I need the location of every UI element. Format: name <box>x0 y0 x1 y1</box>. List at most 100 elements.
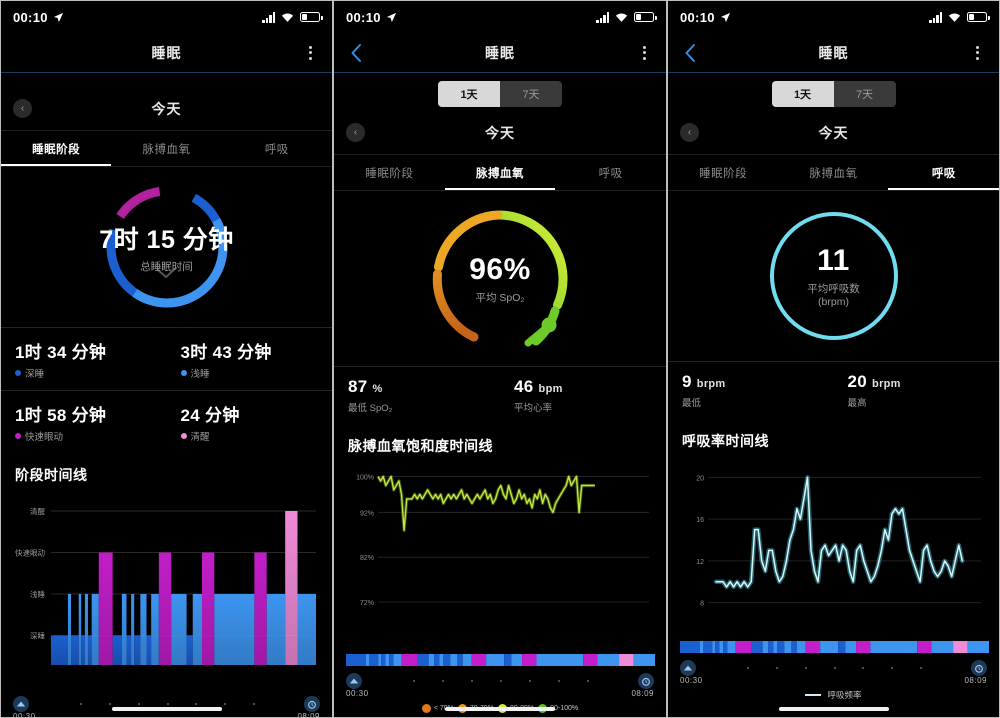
tab-sleep-stages[interactable]: 睡眠阶段 <box>334 155 445 190</box>
spo2-line-svg: 100% 92% 82% 72% <box>356 474 649 607</box>
hypnogram-svg: 清醒快速眼动浅睡深睡 <box>15 506 316 665</box>
status-time: 00:10 <box>680 9 715 25</box>
location-arrow-icon <box>386 12 396 22</box>
stat-light-sleep: 3时 43 分钟 浅睡 <box>166 328 332 391</box>
alarm-icon <box>971 660 987 676</box>
stat-value: 87 % <box>348 377 500 397</box>
stat-label: 快速眼动 <box>25 432 64 443</box>
svg-text:72%: 72% <box>360 600 374 607</box>
stat-value: 24 分钟 <box>180 406 240 425</box>
tab-spo2[interactable]: 脉搏血氧 <box>111 131 221 166</box>
stat-unit: bpm <box>538 383 563 395</box>
app-bar: chevron-left-icon 睡眠 <box>1 33 332 73</box>
hypnogram-time-labels: 00:30 08:09 <box>1 712 332 718</box>
hypnogram-title: 阶段时间线 <box>15 467 88 483</box>
legend-line-swatch <box>805 694 822 696</box>
legend-dot-awake <box>180 433 187 439</box>
stat-value: 46 bpm <box>514 377 666 397</box>
home-indicator[interactable] <box>445 707 555 711</box>
phone-panel-spo2: 00:10 睡眠 1天 7天 ‹ 今天 睡眠阶段 脉搏血氧 呼吸 96% 平均 … <box>333 0 667 718</box>
back-button[interactable] <box>334 43 378 63</box>
segment-1-day[interactable]: 1天 <box>438 81 500 107</box>
home-indicator[interactable] <box>778 707 889 711</box>
tab-bar: 睡眠阶段 脉搏血氧 呼吸 <box>334 155 666 191</box>
stat-value: 1时 58 分钟 <box>15 406 107 425</box>
spo2-time-labels: 00:30 08:09 <box>334 689 666 698</box>
range-segmented-control-wrap: 1天 7天 <box>334 73 666 111</box>
svg-text:92%: 92% <box>360 510 374 517</box>
breathing-stage-strip <box>668 640 999 658</box>
segment-7-day[interactable]: 7天 <box>834 81 896 107</box>
tab-sleep-stages[interactable]: 睡眠阶段 <box>668 155 778 190</box>
back-button[interactable] <box>668 43 712 63</box>
svg-text:清醒: 清醒 <box>30 506 45 516</box>
svg-text:深睡: 深睡 <box>30 632 45 641</box>
status-time: 00:10 <box>13 9 48 25</box>
bed-icon <box>680 660 696 676</box>
prev-day-button[interactable]: ‹ <box>13 99 32 118</box>
spo2-chart: 100% 92% 82% 72% <box>334 460 666 653</box>
legend-label: 呼吸频率 <box>827 690 862 700</box>
kebab-menu-icon[interactable] <box>622 45 666 60</box>
tab-bar: 睡眠阶段 脉搏血氧 呼吸 <box>1 131 332 167</box>
wifi-icon <box>281 12 294 22</box>
segment-1-day[interactable]: 1天 <box>771 81 834 107</box>
total-sleep-label: 总睡眠时间 <box>140 261 193 273</box>
time-end: 08:09 <box>631 689 654 698</box>
kebab-menu-icon[interactable] <box>955 45 999 60</box>
svg-text:浅睡: 浅睡 <box>30 589 45 599</box>
stat-label: 平均心率 <box>514 403 553 414</box>
page-title: 睡眠 <box>485 44 515 61</box>
stat-value: 20 brpm <box>848 372 1000 392</box>
stat-value: 1时 34 分钟 <box>15 343 107 362</box>
status-bar: 00:10 <box>668 1 999 33</box>
spo2-stage-strip <box>334 653 666 671</box>
svg-text:12: 12 <box>696 559 704 566</box>
date-row: ‹ 今天 <box>1 87 332 131</box>
time-ticks <box>730 663 937 673</box>
time-start: 00:30 <box>680 676 703 685</box>
time-end: 08:09 <box>297 712 320 718</box>
spo2-stat-grid: 87 % 最低 SpO₂ 46 bpm 平均心率 <box>334 366 666 424</box>
tab-spo2[interactable]: 脉搏血氧 <box>778 155 888 190</box>
tab-breathing[interactable]: 呼吸 <box>555 155 666 190</box>
svg-text:100%: 100% <box>356 474 374 481</box>
bed-icon <box>346 673 362 689</box>
bed-icon <box>13 696 29 712</box>
stat-value: 9 brpm <box>682 372 834 392</box>
stat-unit: brpm <box>872 378 901 390</box>
breathing-stat-grid: 9 brpm 最低 20 brpm 最高 <box>668 361 999 419</box>
status-time: 00:10 <box>346 9 381 25</box>
stat-min-spo2: 87 % 最低 SpO₂ <box>334 367 500 424</box>
tab-breathing[interactable]: 呼吸 <box>222 131 332 166</box>
stat-unit: brpm <box>696 378 726 390</box>
prev-day-button[interactable]: ‹ <box>346 123 365 142</box>
segment-7-day[interactable]: 7天 <box>500 81 562 107</box>
kebab-menu-icon[interactable] <box>288 45 332 60</box>
stat-min-brpm: 9 brpm 最低 <box>668 362 834 419</box>
breathing-unit: (brpm) <box>818 296 849 308</box>
tab-spo2[interactable]: 脉搏血氧 <box>445 155 556 190</box>
breathing-label: 平均呼吸数 <box>807 283 860 295</box>
breathing-legend: 呼吸频率 <box>668 685 999 701</box>
stat-unit: % <box>372 383 383 395</box>
battery-low-icon <box>967 12 990 22</box>
stat-number: 9 <box>682 372 692 391</box>
date-row: ‹ 今天 <box>668 111 999 155</box>
home-indicator[interactable] <box>111 707 222 711</box>
svg-text:快速眼动: 快速眼动 <box>15 548 45 558</box>
prev-day-button[interactable]: ‹ <box>680 123 699 142</box>
spo2-chart-title: 脉搏血氧饱和度时间线 <box>348 438 493 454</box>
tab-breathing[interactable]: 呼吸 <box>889 155 999 190</box>
stat-awake: 24 分钟 清醒 <box>167 391 333 453</box>
breathing-chart: 20 16 12 8 <box>668 455 999 640</box>
battery-low-icon <box>634 12 657 22</box>
tab-sleep-stages[interactable]: 睡眠阶段 <box>1 131 111 166</box>
stat-label-row: 清醒 <box>180 429 333 443</box>
svg-text:16: 16 <box>696 517 704 524</box>
time-start: 00:30 <box>346 689 369 698</box>
stat-rem-sleep: 1时 58 分钟 快速眼动 <box>1 391 167 453</box>
legend-dot-rem <box>15 433 21 439</box>
alarm-icon <box>304 696 320 712</box>
stat-label: 深睡 <box>25 369 45 380</box>
